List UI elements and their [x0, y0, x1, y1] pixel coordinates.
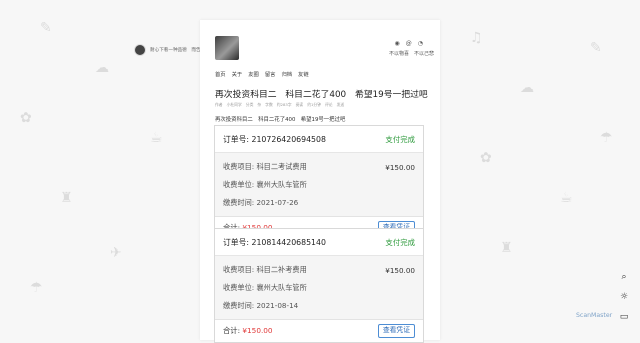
meta-category-label: 分类 — [245, 102, 254, 107]
main-nav: 首页 关于 友圈 留言 归档 友链 — [215, 70, 309, 78]
meta-category[interactable]: 杂 — [257, 102, 261, 108]
order-number: 订单号: 210726420694508 — [223, 134, 326, 144]
meta-author-label: 作者 — [215, 102, 223, 107]
header-mottos: 不以物喜 不以己悲 — [389, 50, 434, 57]
fee-amount: ¥150.00 — [385, 162, 415, 172]
post-title: 再次投资科目二 科目二花了400 希望19号一把过吧 — [215, 90, 428, 100]
fee-item: 收费项目: 科目二补考费用 — [223, 265, 307, 274]
order-card: 订单号: 210814420685140 支付完成 收费项目: 科目二补考费用 … — [214, 228, 424, 343]
order-footer: 合计: ¥150.00 查看凭证 — [215, 320, 423, 342]
nav-guestbook[interactable]: 留言 — [265, 70, 276, 78]
meta-words: 约283字 — [276, 102, 292, 107]
post-intro: 再次投资科目二 科目二花了400 希望19号一把过吧 — [215, 117, 346, 123]
order-number: 订单号: 210814420685140 — [223, 237, 326, 247]
fee-item-line: 收费项目: 科目二补考费用 ¥150.00 — [223, 261, 415, 279]
motto-2[interactable]: 不以己悲 — [414, 50, 434, 57]
rss-icon[interactable]: ◔ — [418, 40, 423, 47]
payment-status: 支付完成 — [385, 237, 415, 247]
watermark: ScanMaster — [576, 312, 613, 319]
meta-words-label: 字数 — [265, 102, 273, 107]
github-icon[interactable]: ◉ — [395, 40, 400, 47]
fee-unit-line: 收费单位: 襄州大队车管所 — [223, 279, 415, 297]
fee-item: 收费项目: 科目二考试费用 — [223, 162, 307, 171]
meta-author[interactable]: 小杜同学 — [227, 102, 242, 108]
order-details: 收费项目: 科目二考试费用 ¥150.00 收费单位: 襄州大队车管所 缴费时间… — [215, 153, 423, 217]
fee-amount: ¥150.00 — [385, 265, 415, 275]
floating-tools: ⌕ ☼ ▭ — [618, 271, 630, 323]
order-header: 订单号: 210726420694508 支付完成 — [215, 126, 423, 153]
pay-time: 缴费时间: 2021-08-14 — [223, 301, 299, 310]
nav-about[interactable]: 关于 — [232, 70, 243, 78]
pay-time: 缴费时间: 2021-07-26 — [223, 198, 299, 207]
fee-unit: 收费单位: 襄州大队车管所 — [223, 283, 307, 292]
payment-status: 支付完成 — [385, 134, 415, 144]
meta-comment-label: 评论 — [325, 102, 333, 107]
search-icon[interactable]: ⌕ — [618, 271, 630, 283]
commenter-avatar — [134, 44, 146, 56]
site-avatar[interactable] — [215, 36, 239, 60]
social-icons: ◉ @ ◔ — [395, 40, 424, 47]
nav-archive[interactable]: 归档 — [281, 70, 292, 78]
site-header: ◉ @ ◔ 不以物喜 不以己悲 — [200, 20, 440, 65]
comment-icon[interactable]: ▭ — [618, 311, 630, 323]
view-voucher-button[interactable]: 查看凭证 — [377, 324, 415, 338]
post-meta: 作者 小杜同学 分类 杂 字数 约283字 阅读 约1分钟 评论 发送 — [215, 102, 344, 108]
meta-read: 约1分钟 — [307, 102, 322, 107]
nav-links[interactable]: 友链 — [298, 70, 309, 78]
post-card: ◉ @ ◔ 不以物喜 不以己悲 首页 关于 友圈 留言 归档 友链 再次投资科目… — [200, 20, 440, 343]
order-card: 订单号: 210726420694508 支付完成 收费项目: 科目二考试费用 … — [214, 125, 424, 240]
order-details: 收费项目: 科目二补考费用 ¥150.00 收费单位: 襄州大队车管所 缴费时间… — [215, 256, 423, 320]
nav-friends-circle[interactable]: 友圈 — [248, 70, 259, 78]
meta-read-label: 阅读 — [295, 102, 304, 107]
order-header: 订单号: 210814420685140 支付完成 — [215, 229, 423, 256]
at-icon[interactable]: @ — [406, 40, 412, 47]
motto-1[interactable]: 不以物喜 — [389, 50, 409, 57]
fee-unit-line: 收费单位: 襄州大队车管所 — [223, 176, 415, 194]
theme-toggle-icon[interactable]: ☼ — [618, 291, 630, 303]
fee-item-line: 收费项目: 科目二考试费用 ¥150.00 — [223, 158, 415, 176]
meta-comment[interactable]: 发送 — [337, 102, 345, 108]
fee-unit: 收费单位: 襄州大队车管所 — [223, 180, 307, 189]
comment-text: 耐心下看一种品德 而告 — [150, 48, 201, 53]
pay-time-line: 缴费时间: 2021-07-26 — [223, 194, 415, 212]
order-total: 合计: ¥150.00 — [223, 326, 273, 335]
pay-time-line: 缴费时间: 2021-08-14 — [223, 297, 415, 315]
floating-comment-chip[interactable]: 耐心下看一种品德 而告 — [134, 44, 201, 56]
nav-home[interactable]: 首页 — [215, 70, 226, 78]
